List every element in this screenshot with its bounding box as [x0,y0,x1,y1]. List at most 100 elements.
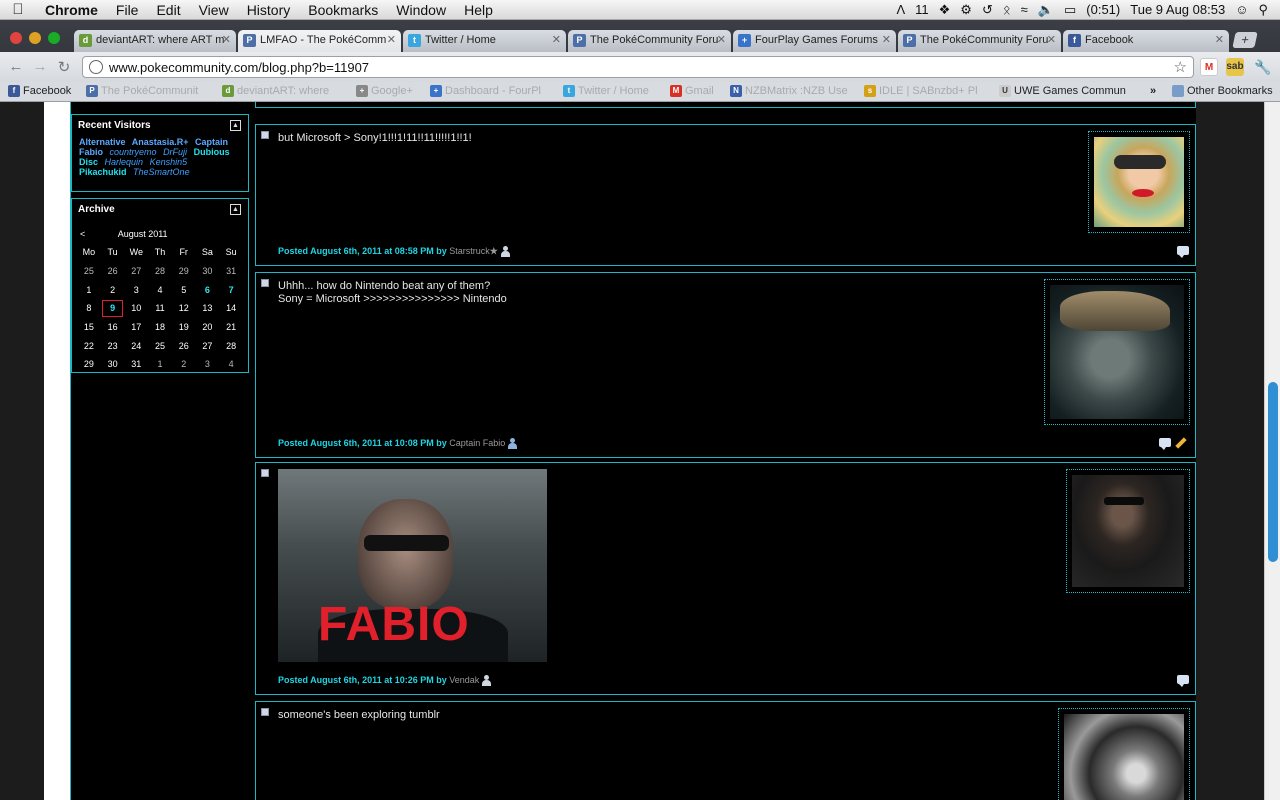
bluetooth-icon[interactable]: ᛟ [1003,0,1011,20]
tab-deviantart[interactable]: d deviantART: where ART m ✕ [74,30,236,52]
reload-icon[interactable]: ↻ [54,58,74,76]
calendar-day[interactable]: 9 [101,299,125,318]
prev-month-link[interactable]: < [80,229,85,239]
bookmark-fourplay-dashboard[interactable]: + Dashboard - FourPl [430,85,541,97]
menu-app-chrome[interactable]: Chrome [36,0,107,20]
post-meta: Posted August 6th, 2011 at 10:08 PM by C… [278,438,518,450]
bookmark-twitter[interactable]: t Twitter / Home [563,85,649,97]
menu-view[interactable]: View [190,0,238,20]
back-icon[interactable]: ← [6,58,26,75]
pokecommunity-icon: P [573,34,586,47]
weekday-label: Sa [201,247,213,258]
collapse-icon[interactable]: ▲ [230,204,241,215]
author-link[interactable]: Vendak [449,675,479,685]
widget-header: Recent Visitors ▲ [72,115,248,137]
menu-history[interactable]: History [238,0,300,20]
visitor-link[interactable]: Pikachukid [79,167,127,177]
page-scrollbar[interactable] [1264,102,1280,800]
calendar-day: 17 [131,322,142,333]
user-icon[interactable]: ☺ [1235,0,1248,20]
tab-pokecommunity-forum[interactable]: P The PokéCommunity Foru ✕ [568,30,731,52]
minimize-window-icon[interactable] [29,32,41,44]
time-machine-icon[interactable]: ↺ [982,0,993,20]
bookmark-star-icon[interactable]: ☆ [1174,58,1187,76]
close-tab-icon[interactable]: ✕ [1215,33,1224,46]
calendar-day[interactable]: 7 [219,280,243,299]
user-profile-icon[interactable] [508,438,518,450]
collapse-icon[interactable]: ▲ [230,120,241,131]
calendar-day: 30 [202,266,213,277]
volume-icon[interactable]: 🔈 [1038,0,1054,20]
avatar[interactable] [1094,137,1184,227]
visitor-link[interactable]: countryemo [110,147,157,157]
sync-icon[interactable]: ⚙ [960,0,972,20]
avatar-frame [1066,469,1190,593]
sabnzbd-extension-icon[interactable]: sab [1226,58,1244,76]
forward-icon[interactable]: → [30,58,50,75]
edit-pencil-icon[interactable] [1175,437,1187,449]
bookmark-nzbmatrix[interactable]: N NZBMatrix :NZB Use [730,85,848,97]
tab-fourplay[interactable]: + FourPlay Games Forums ✕ [733,30,896,52]
tab-facebook[interactable]: f Facebook ✕ [1063,30,1229,52]
close-window-icon[interactable] [10,32,22,44]
close-tab-icon[interactable]: ✕ [222,33,231,46]
battery-icon[interactable]: ▭ [1064,0,1076,20]
close-tab-icon[interactable]: ✕ [717,33,726,46]
apple-menu-icon[interactable]:  [0,1,36,18]
address-bar[interactable]: www.pokecommunity.com/blog.php?b=11907 ☆ [82,56,1194,78]
user-profile-icon[interactable] [500,246,510,258]
bookmarks-overflow-icon[interactable]: » [1150,85,1156,97]
close-tab-icon[interactable]: ✕ [1047,33,1056,46]
wrench-menu-icon[interactable]: 🔧 [1254,58,1272,76]
visitor-link[interactable]: Harlequin [105,157,144,167]
visitor-link[interactable]: Alternative [79,137,126,147]
avatar[interactable] [1050,285,1184,419]
visitor-link[interactable]: TheSmartOne [133,167,190,177]
close-tab-icon[interactable]: ✕ [882,33,891,46]
reply-icon[interactable] [1159,438,1171,450]
gmail-extension-icon[interactable]: M [1200,58,1218,76]
calendar-day: 31 [131,359,142,370]
fabio-image[interactable]: FABIO [278,469,547,662]
menu-bookmarks[interactable]: Bookmarks [299,0,387,20]
close-tab-icon[interactable]: ✕ [552,33,561,46]
avatar-frame [1044,279,1190,425]
clock[interactable]: Tue 9 Aug 08:53 [1130,0,1225,20]
adobe-updater-icon[interactable]: Λ [896,0,905,20]
author-link[interactable]: Starstruck [449,246,490,256]
bookmark-sabnzbd[interactable]: s IDLE | SABnzbd+ Pl [864,85,978,97]
bookmark-deviantart[interactable]: d deviantART: where [222,85,329,97]
menu-edit[interactable]: Edit [147,0,189,20]
new-tab-button[interactable]: + [1232,32,1258,48]
zoom-window-icon[interactable] [48,32,60,44]
calendar-day: 25 [83,266,94,277]
user-profile-icon[interactable] [482,675,492,687]
other-bookmarks[interactable]: Other Bookmarks [1172,85,1273,97]
author-link[interactable]: Captain Fabio [449,438,505,448]
visitor-link[interactable]: Anastasia.R+ [132,137,189,147]
visitor-link[interactable]: Kenshin5 [150,157,188,167]
avatar[interactable] [1072,475,1184,587]
menu-window[interactable]: Window [387,0,455,20]
calendar-day[interactable]: 6 [196,280,220,299]
page-info-icon[interactable] [89,60,103,74]
tab-twitter[interactable]: t Twitter / Home ✕ [403,30,566,52]
reply-icon[interactable] [1177,675,1189,687]
scrollbar-thumb[interactable] [1268,382,1278,562]
bookmark-uwe-games[interactable]: U UWE Games Commun [999,85,1126,97]
bookmark-gmail[interactable]: M Gmail [670,85,714,97]
menu-help[interactable]: Help [455,0,502,20]
bookmark-google-plus[interactable]: + Google+ [356,85,413,97]
bookmark-pokecommunity[interactable]: P The PokéCommunit [86,85,198,97]
bookmark-facebook[interactable]: f Facebook [8,85,71,97]
dropbox-icon[interactable]: ❖ [939,0,951,20]
menu-file[interactable]: File [107,0,148,20]
tab-pokecommunity-forum-2[interactable]: P The PokéCommunity Foru ✕ [898,30,1061,52]
spotlight-icon[interactable]: ⚲ [1258,0,1268,20]
close-tab-icon[interactable]: ✕ [387,33,396,46]
wifi-icon[interactable]: ≈ [1021,0,1028,20]
reply-icon[interactable] [1177,246,1189,258]
avatar[interactable] [1064,714,1184,800]
tab-lmfao[interactable]: P LMFAO - The PokéComm ✕ [238,30,401,52]
visitor-link[interactable]: DrFuji [163,147,187,157]
